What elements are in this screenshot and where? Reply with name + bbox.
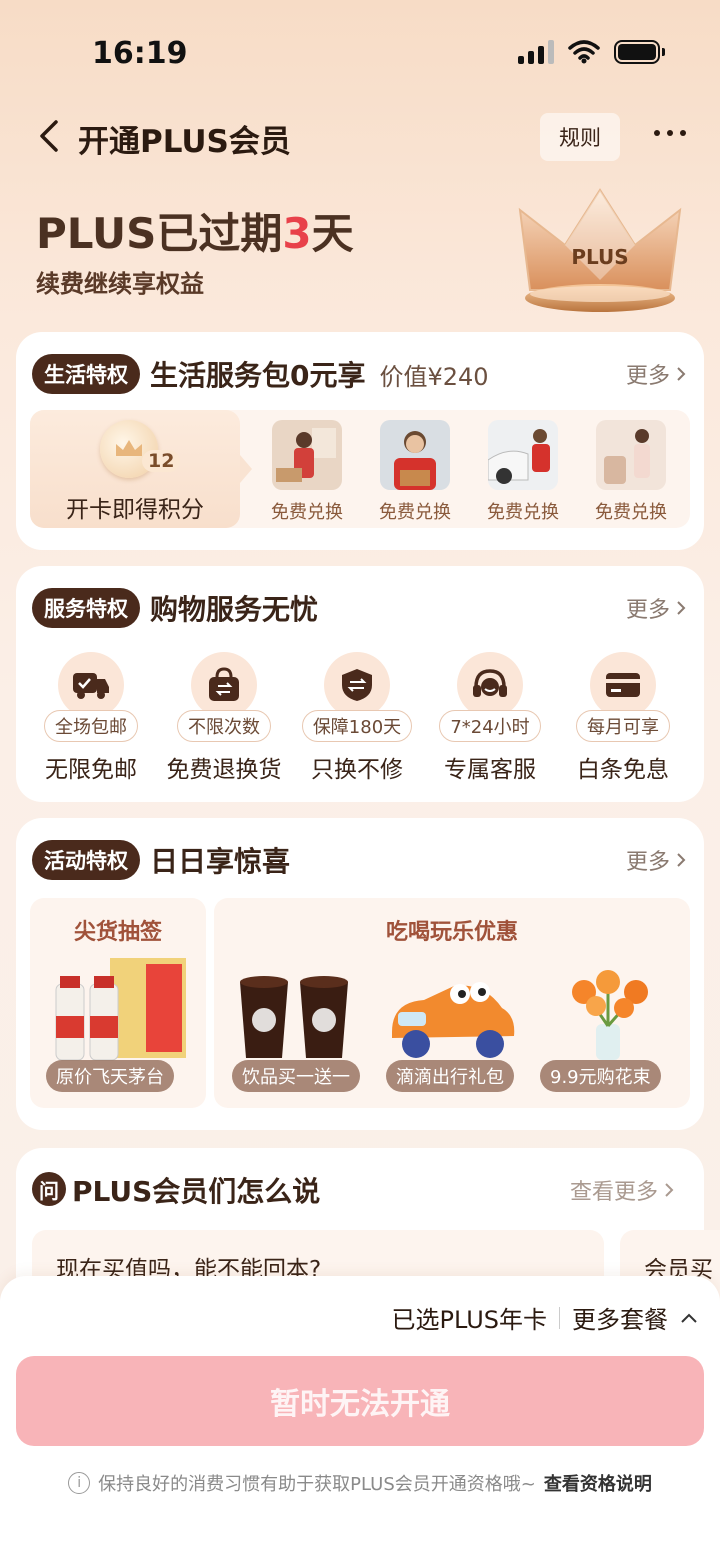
eligibility-link[interactable]: 查看资格说明 <box>544 1470 652 1496</box>
service-label: 免费兑换 <box>487 502 559 523</box>
back-arrow-icon[interactable] <box>36 116 64 156</box>
chevron-right-icon <box>665 1183 674 1197</box>
cleaning-image <box>272 420 342 490</box>
service-item-cleaning[interactable]: 免费兑换 <box>262 420 352 524</box>
reviews-more-link[interactable]: 查看更多 <box>570 1174 674 1206</box>
chevron-right-icon <box>677 601 686 615</box>
feature-interest-free[interactable]: 每月可享 白条免息 <box>558 652 688 784</box>
feature-free-shipping[interactable]: 全场包邮 无限免邮 <box>26 652 156 784</box>
status-icons <box>518 40 665 64</box>
feature-name: 无限免邮 <box>45 757 137 783</box>
feature-pill: 不限次数 <box>177 710 271 742</box>
activate-button[interactable]: 暂时无法开通 <box>16 1356 704 1446</box>
lottery-title: 尖货抽签 <box>73 920 162 945</box>
deal-pill-flower: 9.9元购花束 <box>540 1060 661 1092</box>
activity-more-link[interactable]: 更多 <box>626 844 686 876</box>
flower-bouquet-image <box>572 970 648 1060</box>
service-privilege-card[interactable]: 服务特权 购物服务无忧 更多 全场包邮 无限免邮 不限次数 免费退换货 保障18… <box>16 566 704 802</box>
shield-exchange-icon <box>342 669 372 701</box>
coffee-cups-image <box>240 976 348 1058</box>
carwash-image <box>488 420 558 490</box>
feature-name: 白条免息 <box>577 757 669 783</box>
chevron-right-icon <box>677 367 686 381</box>
feature-name: 免费退换货 <box>166 757 282 783</box>
activity-title: 日日享惊喜 <box>150 845 291 878</box>
more-options-icon[interactable] <box>654 130 686 136</box>
truck-icon <box>73 673 109 699</box>
feature-pill: 每月可享 <box>576 710 670 742</box>
expired-suffix: 天 <box>311 209 354 258</box>
feature-name: 只换不修 <box>311 757 403 783</box>
courier-image <box>380 420 450 490</box>
rules-button[interactable]: 规则 <box>540 113 620 161</box>
wifi-icon <box>568 40 600 64</box>
purchase-panel: 已选PLUS年卡 更多套餐 暂时无法开通 i 保持良好的消费习惯有助于获取PLU… <box>0 1276 720 1560</box>
service-item-courier[interactable]: 免费兑换 <box>370 420 460 524</box>
status-time: 16:19 <box>92 36 188 71</box>
life-tag: 生活特权 <box>32 354 140 394</box>
more-plans-label[interactable]: 更多套餐 <box>572 1300 668 1335</box>
life-services-strip: 12 开卡即得积分 免费兑换 免费兑换 免费兑换 免费兑换 <box>30 410 690 528</box>
service-label: 免费兑换 <box>379 502 451 523</box>
feature-pill: 保障180天 <box>301 710 413 742</box>
activity-more-label: 更多 <box>625 850 670 875</box>
life-more-label: 更多 <box>625 364 670 389</box>
laundry-image <box>596 420 666 490</box>
deal-pill-drink: 饮品买一送一 <box>232 1060 360 1092</box>
plus-crown-icon: PLUS <box>518 188 682 312</box>
service-title: 购物服务无忧 <box>150 593 319 626</box>
selected-plan: 已选PLUS年卡 <box>391 1306 547 1334</box>
eligibility-note: i 保持良好的消费习惯有助于获取PLUS会员开通资格哦~ 查看资格说明 <box>0 1470 720 1496</box>
service-more-link[interactable]: 更多 <box>626 592 686 624</box>
feature-pill: 全场包邮 <box>44 710 138 742</box>
battery-icon <box>614 40 665 64</box>
divider <box>559 1306 560 1329</box>
life-title: 生活服务包0元享 <box>150 359 366 392</box>
plan-selector[interactable]: 已选PLUS年卡 更多套餐 <box>392 1300 698 1335</box>
expired-prefix: PLUS已过期 <box>36 209 283 258</box>
service-label: 免费兑换 <box>595 502 667 523</box>
life-more-link[interactable]: 更多 <box>626 358 686 390</box>
info-icon: i <box>68 1472 91 1494</box>
expired-days: 3 <box>282 209 312 258</box>
service-item-carwash[interactable]: 免费兑换 <box>478 420 568 524</box>
reviews-title: PLUS会员们怎么说 <box>72 1175 321 1208</box>
credit-card-icon <box>606 673 640 697</box>
hero-subtitle: 续费继续享权益 <box>36 270 204 298</box>
chevron-up-icon[interactable] <box>680 1312 698 1324</box>
feature-pill: 7*24小时 <box>439 710 541 742</box>
service-label: 免费兑换 <box>271 502 343 523</box>
activity-tag: 活动特权 <box>32 840 140 880</box>
deals-panel[interactable]: 吃喝玩乐优惠 饮品买一送一 滴滴出行礼包 9.9元购花束 <box>214 898 690 1108</box>
page-title: 开通PLUS会员 <box>78 124 291 160</box>
signal-icon <box>518 40 554 64</box>
shopping-bag-icon <box>209 667 239 701</box>
life-privilege-card[interactable]: 生活特权 生活服务包0元享 价值¥240 更多 12 开卡即得积分 免费兑换 免… <box>16 332 704 550</box>
lottery-pill: 原价飞天茅台 <box>46 1060 174 1092</box>
feature-free-return[interactable]: 不限次数 免费退换货 <box>159 652 289 784</box>
feature-customer-service[interactable]: 7*24小时 专属客服 <box>425 652 555 784</box>
crown-label: PLUS <box>571 245 628 269</box>
points-number: 12 <box>142 450 181 472</box>
points-box[interactable]: 12 开卡即得积分 <box>30 410 252 528</box>
question-icon: 问 <box>32 1172 66 1206</box>
deals-title: 吃喝玩乐优惠 <box>385 920 518 945</box>
service-tag: 服务特权 <box>32 588 140 628</box>
lottery-panel[interactable]: 尖货抽签 原价飞天茅台 <box>30 898 206 1108</box>
service-more-label: 更多 <box>625 598 670 623</box>
life-value: 价值¥240 <box>379 362 489 391</box>
reviews-more-label: 查看更多 <box>569 1180 658 1205</box>
service-item-laundry[interactable]: 免费兑换 <box>586 420 676 524</box>
chevron-right-icon <box>677 853 686 867</box>
note-text: 保持良好的消费习惯有助于获取PLUS会员开通资格哦~ <box>98 1474 536 1495</box>
headset-icon <box>473 669 507 697</box>
feature-name: 专属客服 <box>444 757 536 783</box>
deal-pill-didi: 滴滴出行礼包 <box>386 1060 514 1092</box>
points-label: 开卡即得积分 <box>66 497 204 523</box>
cartoon-car-image <box>392 982 515 1058</box>
expired-status: PLUS已过期3天 <box>36 200 354 261</box>
maotai-image <box>55 958 186 1061</box>
feature-exchange[interactable]: 保障180天 只换不修 <box>292 652 422 784</box>
activity-privilege-card[interactable]: 活动特权 日日享惊喜 更多 尖货抽签 原价飞天茅台 吃喝玩乐优惠 饮品买一送一 … <box>16 818 704 1130</box>
